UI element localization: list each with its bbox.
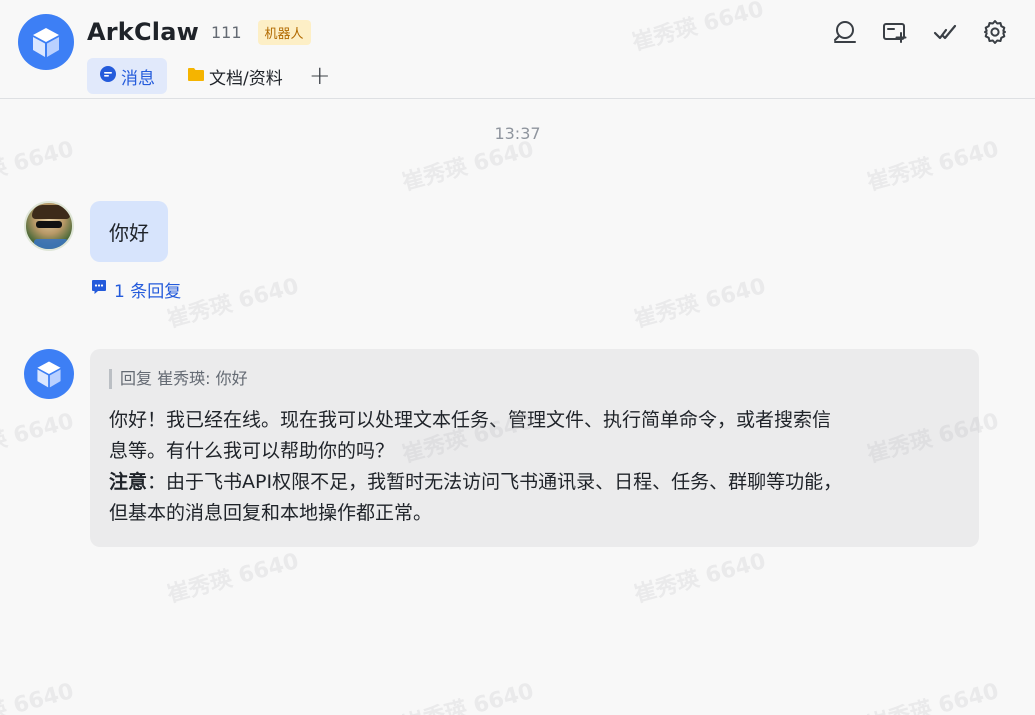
tab-messages[interactable]: 消息	[87, 58, 167, 94]
add-screen-icon[interactable]	[879, 16, 911, 48]
chat-tabs: 消息 文档/资料 +	[87, 58, 337, 94]
chat-window: ArkClaw 111 机器人 消息 文档/资料 + 13:37 你好 1 条回…	[0, 0, 1035, 715]
settings-icon[interactable]	[979, 16, 1011, 48]
note-label: 注意	[109, 471, 148, 493]
bot-message-avatar[interactable]	[24, 349, 74, 399]
user-avatar[interactable]	[24, 201, 74, 251]
quoted-reply[interactable]: 回复 崔秀瑛: 你好	[109, 369, 960, 389]
tab-documents-label: 文档/资料	[209, 68, 283, 89]
search-icon[interactable]	[829, 16, 861, 48]
reply-note-line: 注意：由于飞书API权限不足，我暂时无法访问飞书通讯录、日程、任务、群聊等功能，	[109, 467, 960, 498]
reply-line: 但基本的消息回复和本地操作都正常。	[109, 502, 433, 524]
user-message-bubble[interactable]: 你好	[90, 201, 168, 262]
header-toolbar	[829, 16, 1011, 48]
tab-documents[interactable]: 文档/资料	[175, 58, 295, 94]
chat-header: ArkClaw 111 机器人 消息 文档/资料 +	[0, 0, 1035, 99]
message-list[interactable]: 13:37 你好 1 条回复 回复 崔秀瑛: 你好 你好！我已经在线。现在我可以…	[0, 100, 1035, 715]
note-text: ：由于飞书API权限不足，我暂时无法访问飞书通讯录、日程、任务、群聊等功能，	[147, 471, 843, 493]
bot-reply-text: 你好！我已经在线。现在我可以处理文本任务、管理文件、执行简单命令，或者搜索信 息…	[109, 405, 960, 529]
thread-reply-link[interactable]: 1 条回复	[90, 277, 182, 302]
add-tab-button[interactable]: +	[303, 58, 337, 94]
bot-message-bubble[interactable]: 回复 崔秀瑛: 你好 你好！我已经在线。现在我可以处理文本任务、管理文件、执行简…	[90, 349, 979, 547]
chat-title[interactable]: ArkClaw	[87, 18, 199, 46]
thread-reply-label: 1 条回复	[114, 281, 182, 302]
check-icon[interactable]	[929, 16, 961, 48]
title-row: ArkClaw 111 机器人	[87, 15, 311, 49]
bot-avatar-icon[interactable]	[18, 14, 74, 70]
time-divider: 13:37	[494, 124, 541, 143]
tab-messages-label: 消息	[121, 68, 155, 89]
reply-line: 你好！我已经在线。现在我可以处理文本任务、管理文件、执行简单命令，或者搜索信	[109, 409, 832, 431]
bot-badge: 机器人	[257, 19, 311, 45]
member-count[interactable]: 111	[211, 23, 242, 42]
chat-bubble-icon	[99, 65, 117, 88]
thread-reply-icon	[90, 278, 108, 301]
reply-line: 息等。有什么我可以帮助你的吗？	[109, 440, 395, 462]
folder-icon	[187, 66, 205, 87]
